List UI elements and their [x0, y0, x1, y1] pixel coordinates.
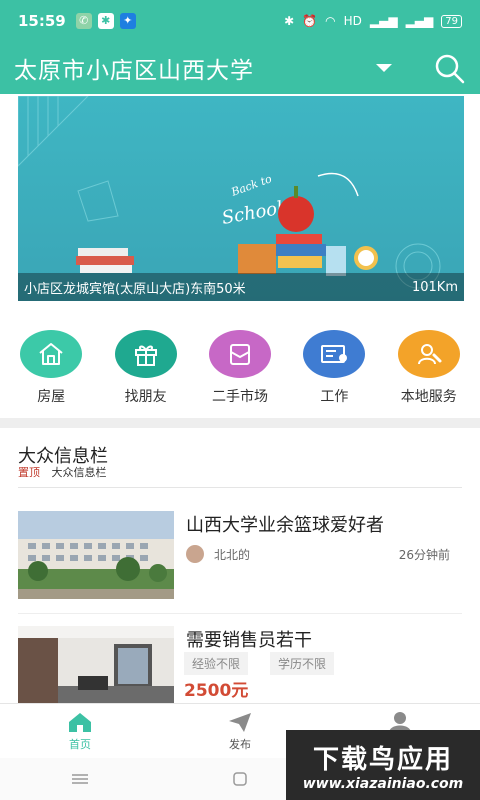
- banner-art-text-2: School: [220, 198, 284, 229]
- tab-label: 发布: [229, 737, 251, 751]
- service-icon: [397, 330, 460, 378]
- banner[interactable]: Back to School 小店区龙城宾馆(太原山大店)东南50米 101Km: [18, 96, 464, 301]
- send-icon: [229, 712, 251, 732]
- top-bar: 太原市小店区山西大学: [0, 42, 480, 94]
- section-divider: [0, 418, 480, 428]
- category-label: 本地服务: [400, 389, 457, 405]
- item-title: 山西大学业余篮球爱好者: [186, 515, 384, 536]
- hd-label: HD: [343, 14, 362, 28]
- house-icon: [20, 330, 83, 378]
- item-price: 2500元: [184, 681, 249, 701]
- item-time: 26分钟前: [398, 547, 450, 562]
- category-label: 找朋友: [124, 389, 167, 405]
- tab-home[interactable]: 首页: [0, 704, 160, 758]
- phone-icon: ✆: [75, 13, 92, 29]
- location-title[interactable]: 太原市小店区山西大学: [14, 51, 254, 85]
- list-item[interactable]: 山西大学业余篮球爱好者 北北的 26分钟前: [18, 511, 462, 603]
- category-house[interactable]: 房屋: [6, 330, 96, 410]
- status-time: 15:59: [18, 12, 66, 30]
- item-tags: 经验不限 学历不限: [184, 652, 335, 675]
- category-second-hand[interactable]: 二手市场: [195, 330, 285, 410]
- watermark: 下载鸟应用 www.xiazainiao.com: [286, 730, 480, 800]
- category-label: 工作: [320, 389, 349, 405]
- banner-distance: 101Km: [411, 279, 458, 295]
- battery-icon: 79: [441, 14, 462, 28]
- item-title: 需要销售员若干: [186, 630, 312, 651]
- pinned-label: 置顶: [18, 466, 40, 479]
- category-jobs[interactable]: 工作: [289, 330, 379, 410]
- signal-icon-2: ▂▄▆: [405, 14, 434, 28]
- home-icon: [69, 712, 91, 732]
- tab-label: 首页: [69, 737, 91, 751]
- status-bar: 15:59 ✆ ✱ ✦ ✱ ⏰ ◠ HD ▂▄▆ ▂▄▆ 79: [0, 0, 480, 42]
- watermark-main: 下载鸟应用: [312, 744, 453, 775]
- separator: [18, 487, 462, 488]
- item-thumbnail: [18, 511, 174, 599]
- category-friends[interactable]: 找朋友: [101, 330, 191, 410]
- app-icon: ✱: [97, 13, 114, 29]
- category-local-service[interactable]: 本地服务: [384, 330, 474, 410]
- status-right: ✱ ⏰ ◠ HD ▂▄▆ ▂▄▆ 79: [284, 14, 462, 28]
- signal-icon: ▂▄▆: [369, 14, 398, 28]
- banner-address: 小店区龙城宾馆(太原山大店)东南50米: [24, 281, 246, 297]
- item-meta: 北北的 26分钟前: [186, 545, 462, 563]
- banner-illustration: Back to School: [18, 96, 441, 289]
- category-row: 房屋 找朋友 二手市场 工作 本地服务: [0, 330, 480, 410]
- chevron-down-icon[interactable]: [376, 64, 392, 72]
- wifi-icon: ◠: [325, 14, 336, 28]
- item-author: 北北的: [214, 547, 251, 562]
- gift-icon: [114, 330, 177, 378]
- category-label: 房屋: [37, 389, 66, 405]
- menu-icon[interactable]: [70, 772, 90, 786]
- item-thumbnail: [18, 626, 174, 714]
- pinned-text[interactable]: 大众信息栏: [52, 466, 107, 479]
- app-icon-2: ✦: [119, 13, 136, 29]
- banner-caption: 小店区龙城宾馆(太原山大店)东南50米 101Km: [18, 273, 464, 301]
- watermark-sub: www.xiazainiao.com: [302, 775, 464, 792]
- id-card-icon: [303, 330, 366, 378]
- section-subtitle: 置顶 大众信息栏: [18, 464, 107, 480]
- bluetooth-icon: ✱: [284, 14, 295, 28]
- avatar: [186, 545, 204, 563]
- alarm-icon: ⏰: [302, 14, 318, 28]
- separator: [18, 613, 462, 614]
- tag-experience: 经验不限: [184, 652, 249, 675]
- banner-art-text-1: Back to: [229, 172, 274, 199]
- home-button-icon[interactable]: [230, 772, 250, 786]
- tag-education: 学历不限: [270, 652, 335, 675]
- category-label: 二手市场: [211, 389, 268, 405]
- package-icon: [208, 330, 271, 378]
- search-icon[interactable]: [432, 51, 466, 85]
